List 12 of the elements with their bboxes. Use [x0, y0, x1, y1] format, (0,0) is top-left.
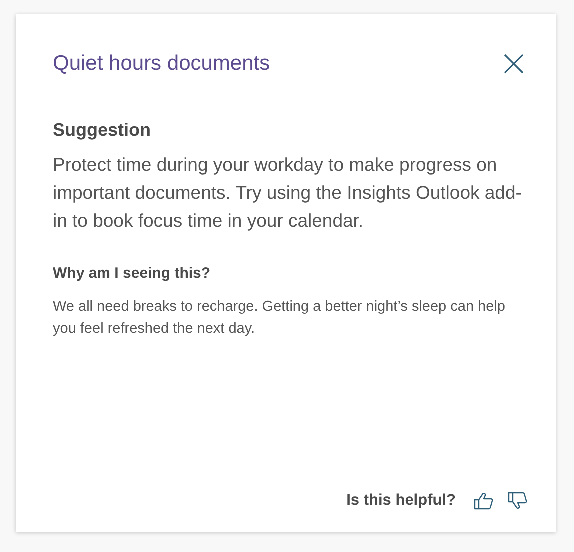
reason-text: We all need breaks to recharge. Getting a better night’s sleep can help you feel refreshed the next day.: [53, 298, 506, 339]
section-heading: Suggestion: [53, 120, 152, 141]
thumbs-up-button[interactable]: [474, 492, 494, 510]
feedback-prompt: Is this helpful?: [346, 492, 456, 510]
thumbs-down-button[interactable]: [508, 492, 528, 510]
reason-heading: Why am I seeing this?: [53, 265, 212, 282]
close-button[interactable]: [504, 54, 524, 74]
thumbs-down-icon: [508, 492, 528, 510]
close-icon: [504, 54, 524, 74]
suggestion-text: Protect time during your workday to make progress on important documents. Try using the Insights Outlook add-in to book focus time in your calendar.: [53, 153, 523, 233]
thumbs-up-icon: [474, 492, 494, 510]
card-title: Quiet hours documents: [53, 52, 270, 76]
